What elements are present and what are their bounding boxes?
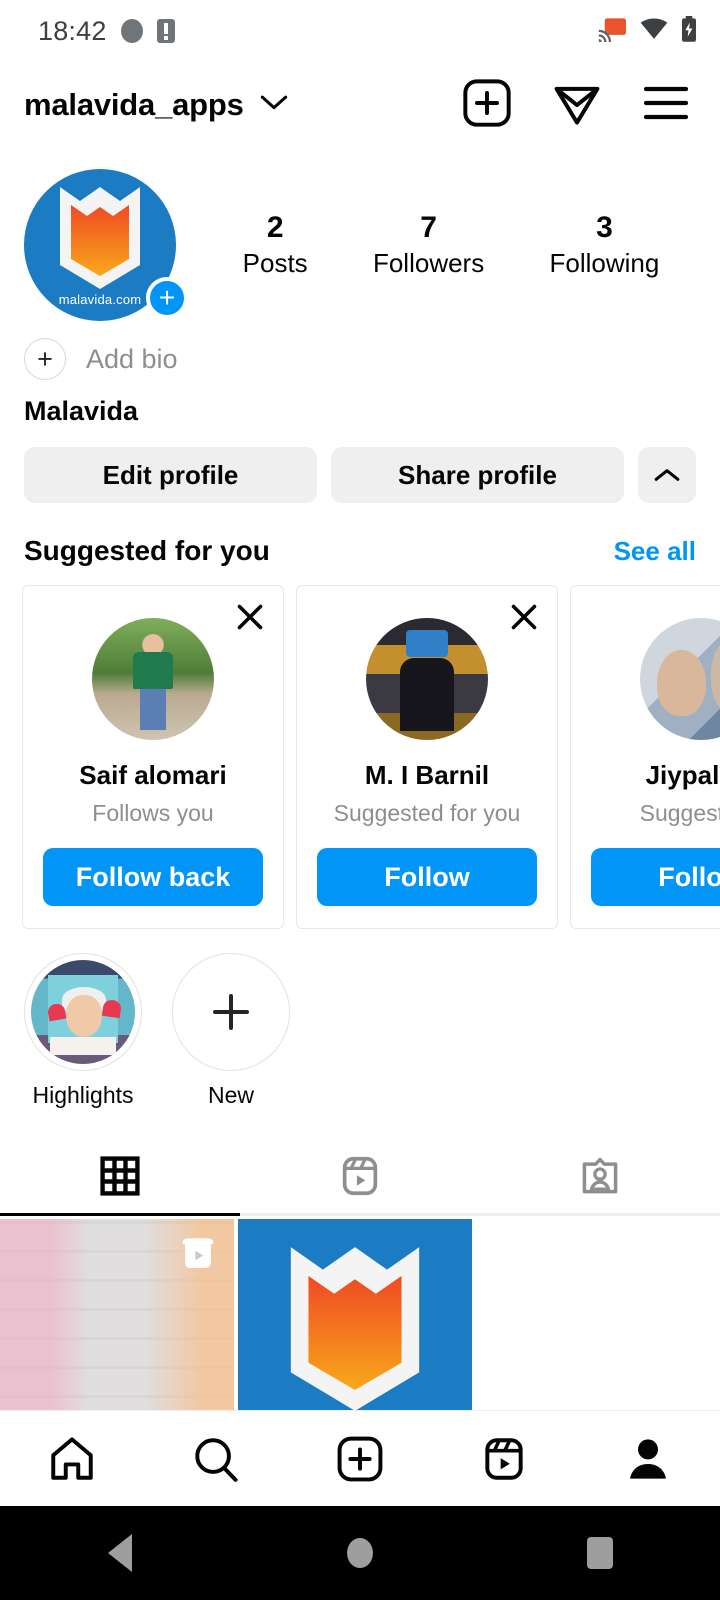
new-highlight-item[interactable]: New [172, 953, 290, 1109]
back-icon [108, 1534, 132, 1572]
close-icon[interactable] [507, 600, 541, 634]
wifi-icon [640, 18, 668, 45]
add-story-badge[interactable]: + [146, 277, 188, 319]
story-highlights: Highlights New [0, 929, 720, 1109]
malavida-logo-icon [60, 187, 140, 289]
account-switcher[interactable]: malavida_apps [24, 87, 462, 123]
reels-icon [342, 1156, 378, 1196]
header-actions [462, 78, 696, 133]
suggested-card[interactable]: M. I Barnil Suggested for you Follow [296, 585, 558, 929]
chevron-down-icon[interactable] [260, 94, 288, 117]
stat-posts-value: 2 [266, 210, 284, 244]
suggested-card[interactable]: Saif alomari Follows you Follow back [22, 585, 284, 929]
status-bar-left: 18:42 [38, 16, 175, 47]
tab-reels[interactable] [240, 1139, 480, 1213]
android-recents-button[interactable] [480, 1537, 720, 1569]
suggested-name: Jiypal Ya [645, 760, 720, 790]
cast-icon [598, 16, 628, 47]
hugs-sticker-image [31, 960, 135, 1064]
avatar[interactable] [366, 618, 488, 740]
stat-following-label: Following [549, 248, 660, 279]
tab-tagged[interactable] [480, 1139, 720, 1213]
stat-followers[interactable]: 7 Followers [373, 209, 484, 282]
nav-home[interactable] [0, 1434, 144, 1484]
suggested-subtitle: Suggested f [639, 800, 720, 826]
status-bar-right [598, 15, 698, 47]
nav-create[interactable] [288, 1434, 432, 1484]
new-highlight-label: New [207, 1082, 254, 1108]
profile-icon [630, 1438, 666, 1479]
share-profile-button[interactable]: Share profile [331, 447, 624, 503]
suggested-subtitle: Follows you [92, 800, 214, 826]
stat-posts[interactable]: 2 Posts [243, 209, 308, 282]
android-home-button[interactable] [240, 1538, 480, 1568]
malavida-logo-icon [290, 1247, 420, 1411]
send-message-icon[interactable] [552, 78, 602, 133]
avatar[interactable] [92, 618, 214, 740]
notification-dot-icon [120, 19, 143, 43]
plus-icon[interactable] [172, 953, 290, 1071]
home-icon [347, 1538, 373, 1568]
recents-icon [587, 1537, 613, 1569]
suggested-name: Saif alomari [79, 760, 227, 790]
close-icon[interactable] [233, 600, 267, 634]
grid-icon [100, 1156, 140, 1196]
android-back-button[interactable] [0, 1534, 240, 1572]
search-icon [195, 1437, 238, 1482]
menu-icon[interactable] [642, 83, 690, 128]
notification-alert-icon [156, 19, 175, 43]
profile-stats: 2 Posts 7 Followers 3 Following [192, 209, 696, 282]
suggested-cards[interactable]: Saif alomari Follows you Follow back M. … [0, 567, 720, 929]
suggested-subtitle: Suggested for you [333, 800, 521, 826]
highlight-thumbnail[interactable] [24, 953, 142, 1071]
android-system-nav [0, 1506, 720, 1600]
suggested-title: Suggested for you [24, 535, 270, 566]
stat-followers-label: Followers [372, 248, 485, 279]
home-icon [51, 1436, 93, 1480]
nav-profile[interactable] [576, 1434, 720, 1484]
highlight-label: Highlights [32, 1082, 134, 1108]
reel-badge-icon [182, 1238, 214, 1268]
bottom-navigation [0, 1410, 720, 1506]
nav-search[interactable] [144, 1434, 288, 1484]
add-bio-label: Add bio [86, 343, 178, 374]
avatar[interactable] [640, 618, 720, 740]
collapse-suggestions-button[interactable] [638, 447, 696, 503]
status-bar: 18:42 [0, 0, 720, 62]
plus-icon[interactable]: + [24, 338, 66, 380]
stat-followers-value: 7 [420, 210, 437, 244]
follow-button[interactable]: Follow [317, 848, 537, 906]
see-all-link[interactable]: See all [614, 536, 696, 567]
highlight-item[interactable]: Highlights [24, 953, 142, 1109]
stat-following-value: 3 [596, 210, 613, 244]
suggested-header: Suggested for you See all [0, 503, 720, 567]
battery-charging-icon [680, 15, 698, 47]
profile-summary: malavida.com + 2 Posts 7 Followers 3 Fol… [0, 148, 720, 324]
profile-action-buttons: Edit profile Share profile [0, 427, 720, 503]
tagged-icon [582, 1157, 618, 1194]
add-post-icon[interactable] [462, 78, 512, 133]
nav-reels[interactable] [432, 1434, 576, 1484]
create-icon [337, 1436, 383, 1481]
add-bio-row[interactable]: + Add bio [0, 324, 720, 380]
instagram-profile-screen: 18:42 malavida_apps malavida.com + 2 Pos… [0, 0, 720, 1600]
header-username: malavida_apps [24, 87, 244, 122]
suggested-card[interactable]: Jiypal Ya Suggested f Follow [570, 585, 720, 929]
profile-tabs [0, 1139, 720, 1213]
tab-grid[interactable] [0, 1139, 240, 1213]
status-time: 18:42 [38, 15, 107, 46]
stat-following[interactable]: 3 Following [550, 209, 660, 282]
reels-icon [485, 1437, 523, 1480]
chevron-up-icon [654, 469, 680, 481]
app-header: malavida_apps [0, 62, 720, 148]
avatar-container[interactable]: malavida.com + [24, 169, 192, 321]
edit-profile-button[interactable]: Edit profile [24, 447, 317, 503]
follow-button[interactable]: Follow [591, 848, 720, 906]
follow-back-button[interactable]: Follow back [43, 848, 263, 906]
suggested-name: M. I Barnil [364, 760, 490, 790]
stat-posts-label: Posts [242, 248, 308, 279]
profile-full-name: Malavida [24, 396, 139, 426]
